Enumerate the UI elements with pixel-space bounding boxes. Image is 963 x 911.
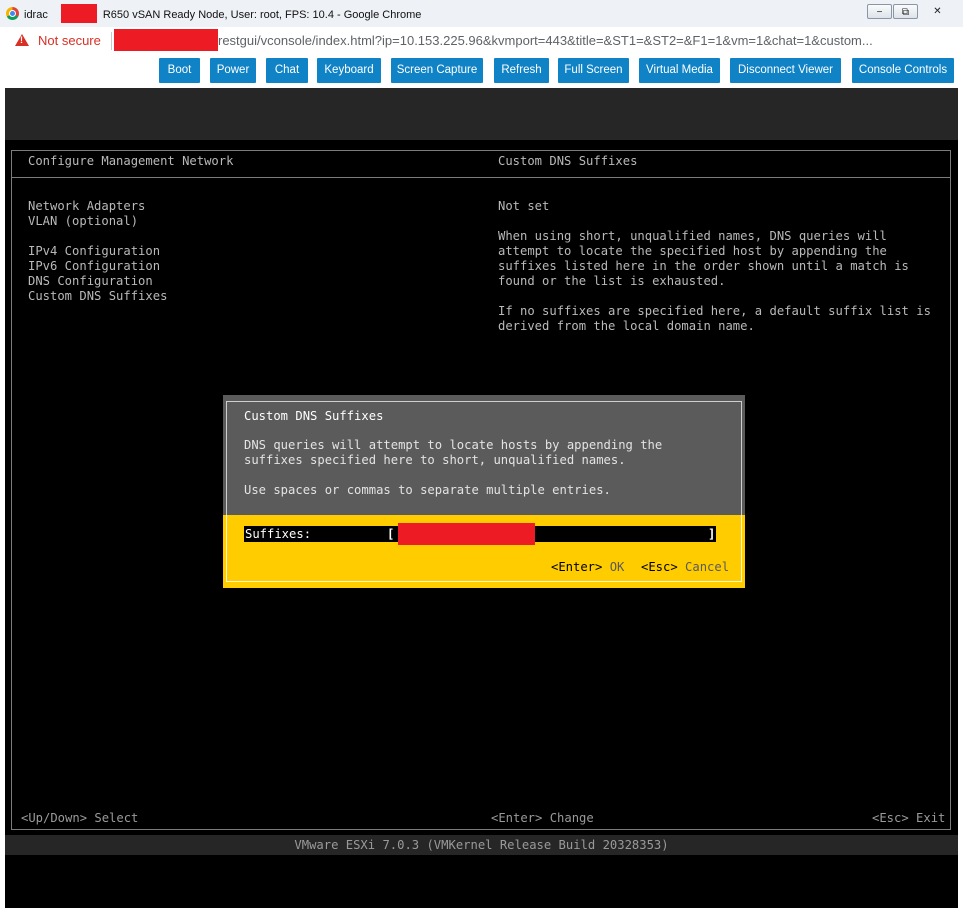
status-value: Not set (498, 199, 550, 213)
left-panel-title: Configure Management Network (28, 154, 234, 168)
minimize-button[interactable]: − (867, 4, 892, 19)
menu-item-custom-dns-suffixes[interactable]: Custom DNS Suffixes (28, 289, 167, 304)
dialog-title: Custom DNS Suffixes (244, 409, 384, 423)
dialog-hint: Use spaces or commas to separate multipl… (244, 483, 611, 497)
boot-button[interactable]: Boot (159, 58, 200, 83)
menu-item-vlan[interactable]: VLAN (optional) (28, 214, 138, 229)
restore-button[interactable]: ⧉ (893, 4, 918, 19)
ok-label: OK (609, 560, 625, 574)
footer-change-hint: <Enter> Change (491, 811, 594, 825)
console-top-bar (5, 88, 958, 140)
virtual-media-button[interactable]: Virtual Media (639, 58, 720, 83)
field-bracket-close: ] (708, 527, 716, 541)
dialog-body: Custom DNS Suffixes DNS queries will att… (223, 395, 745, 515)
description-paragraph-1: When using short, unqualified names, DNS… (498, 229, 909, 288)
disconnect-viewer-button[interactable]: Disconnect Viewer (730, 58, 841, 83)
refresh-button[interactable]: Refresh (494, 58, 549, 83)
keyboard-button[interactable]: Keyboard (317, 58, 381, 83)
description-paragraph-2: If no suffixes are specified here, a def… (498, 304, 931, 333)
remote-console-screen[interactable]: Configure Management Network Custom DNS … (5, 88, 958, 908)
cancel-key: <Esc> (641, 560, 678, 574)
footer-exit-hint: <Esc> Exit (872, 811, 946, 825)
console-controls-button[interactable]: Console Controls (852, 58, 954, 83)
url-text[interactable]: restgui/vconsole/index.html?ip=10.153.22… (218, 33, 873, 48)
power-button[interactable]: Power (210, 58, 256, 83)
security-indicator[interactable]: Not secure (38, 33, 101, 48)
menu-item-ipv6[interactable]: IPv6 Configuration (28, 259, 160, 274)
dialog-description: DNS queries will attempt to locate hosts… (244, 438, 663, 467)
dialog-input-panel: Suffixes: [ ] <Enter> OK <Esc> Cancel (223, 515, 745, 588)
redaction-block (398, 523, 535, 545)
menu-item-network-adapters[interactable]: Network Adapters (28, 199, 145, 214)
cancel-action[interactable]: <Esc> Cancel (641, 560, 729, 574)
build-info: VMware ESXi 7.0.3 (VMKernel Release Buil… (294, 838, 669, 852)
console-toolbar: Boot Power Chat Keyboard Screen Capture … (0, 55, 963, 88)
ok-key: <Enter> (551, 560, 603, 574)
redaction-block (114, 29, 218, 51)
field-bracket-open: [ (387, 527, 395, 541)
address-bar[interactable]: ! Not secure restgui/vconsole/index.html… (0, 27, 963, 56)
cancel-label: Cancel (685, 560, 730, 574)
warning-mark: ! (20, 35, 23, 45)
footer-select-hint: <Up/Down> Select (21, 811, 139, 825)
suffixes-label: Suffixes: (245, 527, 312, 541)
full-screen-button[interactable]: Full Screen (558, 58, 629, 83)
ok-action[interactable]: <Enter> OK (551, 560, 624, 574)
close-button[interactable]: ✕ (925, 4, 950, 19)
suffixes-field[interactable]: Suffixes: [ ] (244, 523, 716, 545)
header-divider (12, 177, 950, 178)
screen-capture-button[interactable]: Screen Capture (391, 58, 483, 83)
chrome-icon (6, 7, 19, 20)
menu-item-ipv4[interactable]: IPv4 Configuration (28, 244, 160, 259)
address-separator (111, 32, 112, 50)
right-panel-title: Custom DNS Suffixes (498, 154, 638, 168)
chat-button[interactable]: Chat (266, 58, 308, 83)
redaction-block (61, 4, 97, 23)
window-title-bar: idrac R650 vSAN Ready Node, User: root, F… (0, 0, 963, 28)
menu-item-dns[interactable]: DNS Configuration (28, 274, 153, 289)
